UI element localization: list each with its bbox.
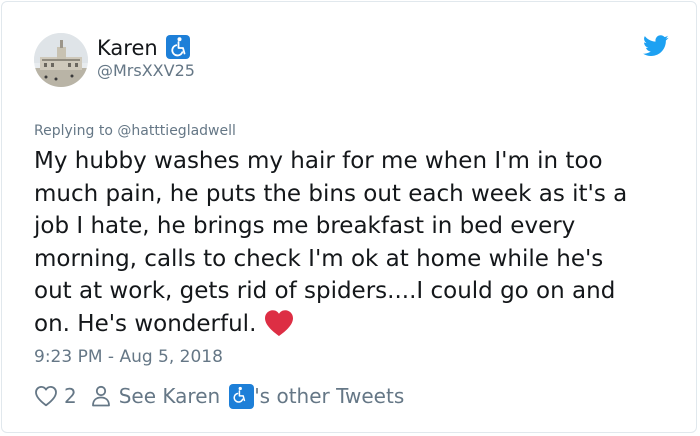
tweet-text-line: job I hate, he brings me breakfast in be… [34, 213, 576, 240]
like-count: 2 [64, 384, 77, 408]
tweet-text-line: on. He's wonderful. [34, 310, 257, 337]
avatar-image [34, 33, 88, 87]
tweet-text: My hubby washes my hair for me when I'm … [34, 145, 674, 341]
tweet-text-line: My hubby washes my hair for me when I'm … [34, 148, 603, 174]
twitter-bird-icon[interactable] [643, 35, 669, 57]
avatar[interactable] [34, 33, 88, 87]
display-name[interactable]: Karen [97, 35, 190, 61]
display-name-text: Karen [97, 36, 158, 60]
like-button[interactable]: 2 [34, 384, 77, 408]
red-heart-icon [264, 309, 294, 337]
wheelchair-icon [229, 383, 255, 409]
heart-outline-icon [35, 386, 57, 407]
user-handle[interactable]: @MrsXXV25 [97, 61, 195, 81]
see-other-tweets-link[interactable]: See Karen 's other Tweets [91, 383, 405, 409]
wheelchair-icon [165, 35, 190, 59]
tweet-text-line: much pain, he puts the bins out each wee… [34, 180, 628, 207]
see-other-prefix: See Karen [118, 384, 221, 408]
timestamp[interactable]: 9:23 PM - Aug 5, 2018 [34, 346, 223, 368]
tweet-text-line: morning, calls to check I'm ok at home w… [34, 245, 604, 272]
person-outline-icon [91, 385, 110, 407]
tweet-card: Karen @MrsXXV25 Replying to @hatttieglad… [1, 1, 697, 433]
replying-to[interactable]: Replying to @hatttiegladwell [34, 121, 236, 141]
tweet-text-line: out at work, gets rid of spiders....I co… [34, 278, 616, 305]
see-other-suffix: 's other Tweets [254, 384, 405, 408]
tweet-actions: 2 See Karen 's other Tweets [34, 381, 404, 411]
